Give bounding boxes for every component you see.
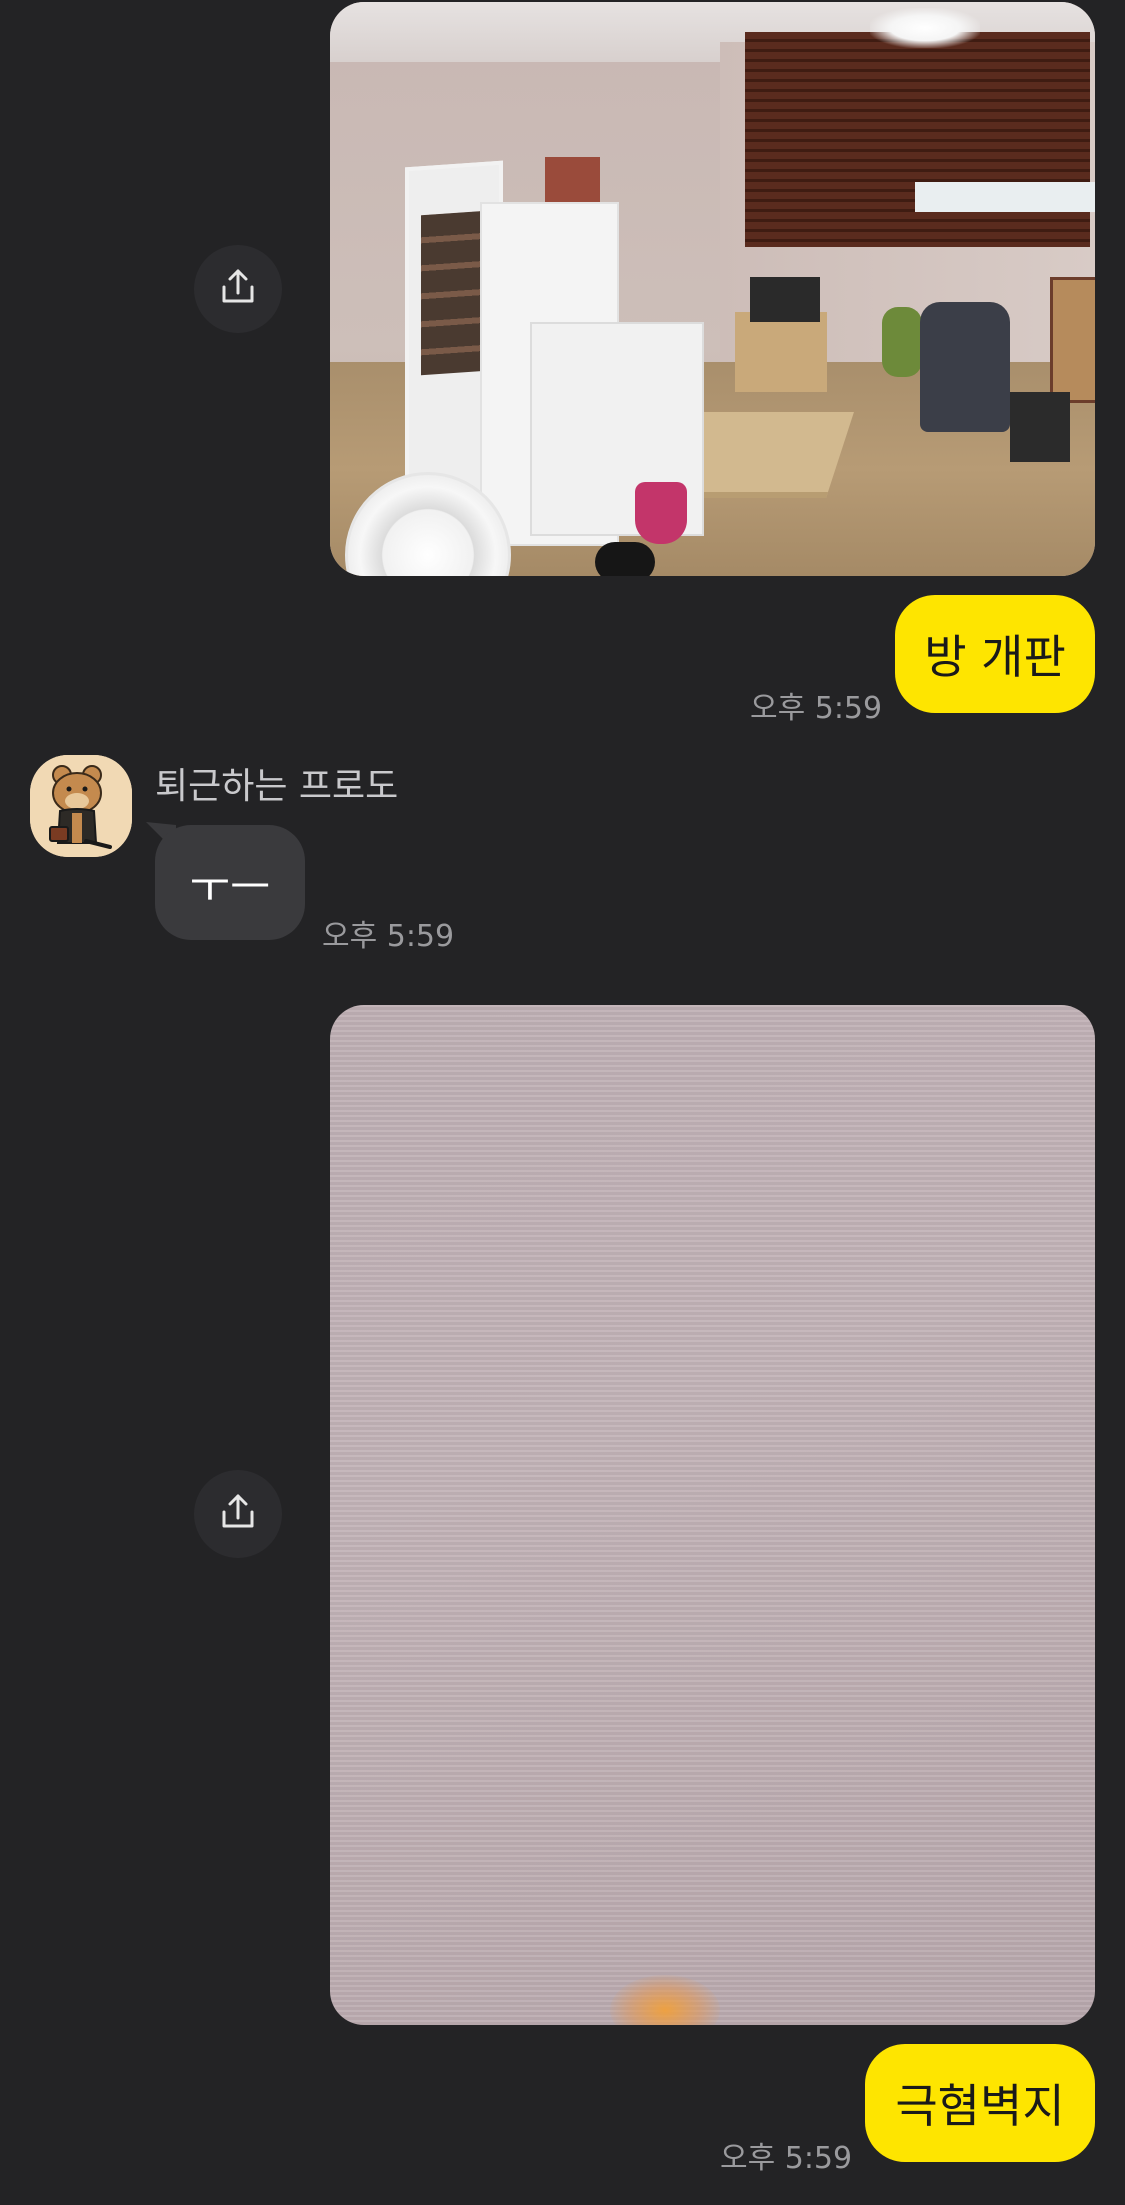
- frodo-avatar-icon: [30, 755, 132, 857]
- share-button[interactable]: [194, 1470, 282, 1558]
- share-button[interactable]: [194, 245, 282, 333]
- friend-avatar[interactable]: [30, 755, 132, 857]
- sender-name: 퇴근하는 프로도: [155, 766, 399, 807]
- message-timestamp: 오후 5:59: [750, 691, 883, 726]
- message-timestamp: 오후 5:59: [322, 919, 455, 954]
- room-photo[interactable]: [330, 2, 1095, 576]
- message-text: 극혐벽지: [895, 2079, 1065, 2133]
- friend-message-bubble[interactable]: ㅜㅡ: [155, 825, 305, 940]
- wallpaper-photo[interactable]: [330, 1005, 1095, 2025]
- message-timestamp: 오후 5:59: [720, 2141, 853, 2176]
- my-message-bubble[interactable]: 극혐벽지: [865, 2044, 1095, 2162]
- share-icon: [216, 265, 260, 313]
- my-message-bubble[interactable]: 방 개판: [895, 595, 1095, 713]
- share-icon: [216, 1490, 260, 1538]
- message-text: 방 개판: [924, 630, 1066, 684]
- message-text: ㅜㅡ: [189, 861, 271, 913]
